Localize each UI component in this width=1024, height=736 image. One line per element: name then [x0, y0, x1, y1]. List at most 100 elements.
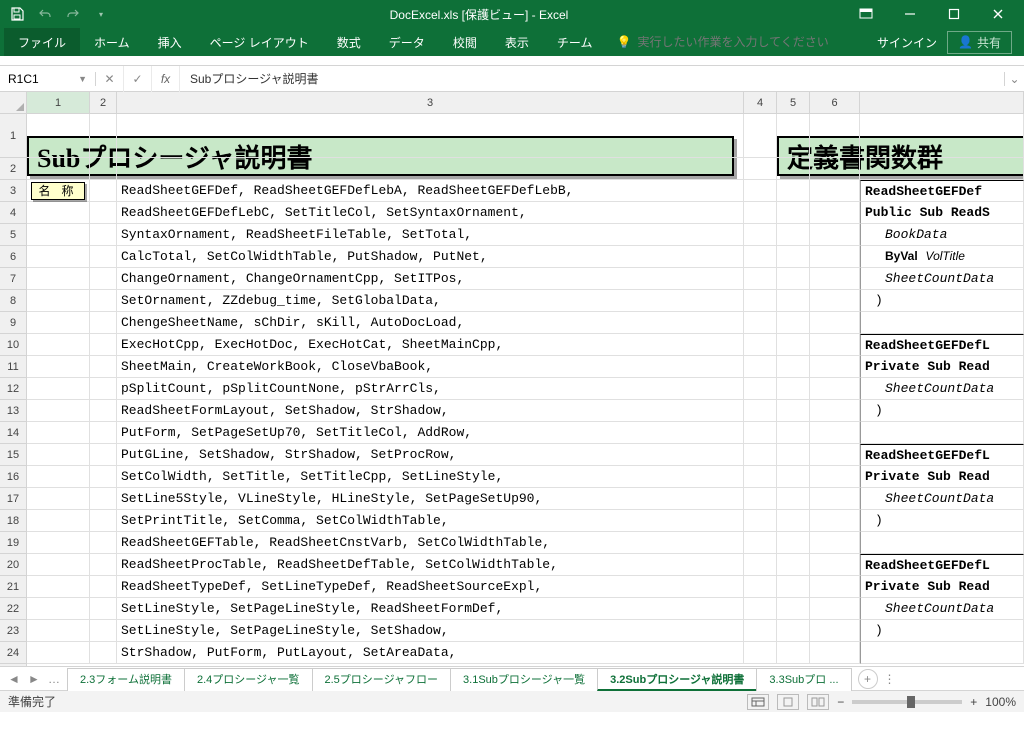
row-header[interactable]: 16 — [0, 466, 26, 488]
cell[interactable] — [810, 642, 860, 664]
cell[interactable] — [744, 356, 777, 378]
cell[interactable] — [90, 356, 117, 378]
cell[interactable] — [777, 312, 810, 334]
tab-team[interactable]: チーム — [543, 28, 607, 56]
fx-icon[interactable]: fx — [152, 66, 180, 92]
cell[interactable]: BookData — [860, 224, 1024, 246]
col-header[interactable]: 4 — [744, 92, 777, 113]
cell[interactable] — [810, 114, 860, 158]
cell[interactable] — [90, 290, 117, 312]
tab-pagelayout[interactable]: ページ レイアウト — [196, 28, 323, 56]
cell[interactable]: SheetCountData — [860, 268, 1024, 290]
undo-icon[interactable] — [32, 3, 58, 25]
row-header[interactable]: 24 — [0, 642, 26, 664]
signin-link[interactable]: サインイン — [877, 34, 937, 51]
sheet-tab[interactable]: 2.5プロシージャフロー — [312, 668, 452, 691]
tab-menu-icon[interactable]: ⋮ — [884, 672, 896, 686]
cell[interactable] — [744, 202, 777, 224]
cell[interactable]: ReadSheetTypeDef, SetLineTypeDef, ReadSh… — [117, 576, 744, 598]
row-header[interactable]: 22 — [0, 598, 26, 620]
cell[interactable]: SheetCountData — [860, 488, 1024, 510]
cell[interactable]: StrShadow, PutForm, PutLayout, SetAreaDa… — [117, 642, 744, 664]
cell[interactable] — [777, 334, 810, 356]
cell[interactable] — [90, 620, 117, 642]
cell[interactable] — [27, 510, 90, 532]
tab-view[interactable]: 表示 — [491, 28, 543, 56]
cell[interactable] — [810, 554, 860, 576]
cell[interactable] — [27, 466, 90, 488]
view-pagebreak-icon[interactable] — [807, 694, 829, 710]
cell[interactable] — [27, 488, 90, 510]
cell[interactable] — [90, 532, 117, 554]
tab-formulas[interactable]: 数式 — [323, 28, 375, 56]
name-box[interactable]: R1C1 ▼ — [0, 72, 96, 86]
cancel-formula-icon[interactable]: ✕ — [96, 66, 124, 92]
cell[interactable]: SetLineStyle, SetPageLineStyle, SetShado… — [117, 620, 744, 642]
cell[interactable] — [860, 312, 1024, 334]
cell[interactable] — [744, 268, 777, 290]
cell[interactable] — [777, 290, 810, 312]
tab-scroll-right-icon[interactable]: ► — [26, 672, 42, 686]
tab-scroll-left-icon[interactable]: ◄ — [6, 672, 22, 686]
tab-review[interactable]: 校閲 — [439, 28, 491, 56]
cell[interactable]: SheetMain, CreateWorkBook, CloseVbaBook, — [117, 356, 744, 378]
cell[interactable] — [90, 158, 117, 180]
cell[interactable] — [744, 532, 777, 554]
cell[interactable] — [777, 642, 810, 664]
cell[interactable] — [744, 224, 777, 246]
cell[interactable] — [777, 510, 810, 532]
cell[interactable] — [744, 158, 777, 180]
cell[interactable] — [810, 378, 860, 400]
tell-me[interactable]: 💡 — [606, 35, 847, 49]
col-header[interactable]: 2 — [90, 92, 117, 113]
cell[interactable] — [810, 576, 860, 598]
cell[interactable] — [777, 400, 810, 422]
cell[interactable]: ByVal VolTitle — [860, 246, 1024, 268]
row-header[interactable]: 7 — [0, 268, 26, 290]
cell[interactable] — [777, 356, 810, 378]
cell[interactable] — [777, 554, 810, 576]
minimize-button[interactable] — [888, 0, 932, 28]
cell[interactable]: ReadSheetGEFTable, ReadSheetCnstVarb, Se… — [117, 532, 744, 554]
cell[interactable] — [777, 378, 810, 400]
cell[interactable]: ChengeSheetName, sChDir, sKill, AutoDocL… — [117, 312, 744, 334]
row-header[interactable]: 18 — [0, 510, 26, 532]
tab-file[interactable]: ファイル — [4, 28, 80, 56]
cell[interactable] — [90, 246, 117, 268]
add-sheet-button[interactable]: + — [858, 669, 878, 689]
cell[interactable]: ) — [860, 400, 1024, 422]
cell[interactable] — [810, 488, 860, 510]
sheet-tab[interactable]: 3.3Subプロ ... — [756, 668, 851, 691]
cell[interactable] — [27, 114, 90, 158]
cell[interactable]: 名 称 — [27, 180, 90, 202]
cell[interactable] — [27, 532, 90, 554]
zoom-in-button[interactable]: + — [970, 695, 977, 709]
cell[interactable] — [90, 422, 117, 444]
cell[interactable] — [810, 620, 860, 642]
row-header[interactable]: 4 — [0, 202, 26, 224]
cell[interactable] — [27, 576, 90, 598]
cell[interactable] — [860, 532, 1024, 554]
cell[interactable] — [744, 466, 777, 488]
cell[interactable]: ) — [860, 290, 1024, 312]
col-header[interactable]: 6 — [810, 92, 860, 113]
cell[interactable] — [777, 576, 810, 598]
cell[interactable] — [90, 312, 117, 334]
row-header[interactable]: 20 — [0, 554, 26, 576]
cell[interactable] — [90, 268, 117, 290]
cell[interactable]: ReadSheetGEFDef, ReadSheetGEFDefLebA, Re… — [117, 180, 744, 202]
cell[interactable]: ExecHotCpp, ExecHotDoc, ExecHotCat, Shee… — [117, 334, 744, 356]
cell[interactable] — [744, 246, 777, 268]
row-header[interactable]: 11 — [0, 356, 26, 378]
cell[interactable] — [27, 378, 90, 400]
cell[interactable] — [90, 642, 117, 664]
row-header[interactable]: 6 — [0, 246, 26, 268]
cell[interactable] — [27, 334, 90, 356]
cell[interactable] — [777, 180, 810, 202]
col-header[interactable]: 3 — [117, 92, 744, 113]
sheet-tab[interactable]: 2.4プロシージャ一覧 — [184, 668, 313, 691]
cell[interactable] — [744, 180, 777, 202]
cell[interactable] — [810, 180, 860, 202]
cell[interactable] — [860, 158, 1024, 180]
cell[interactable] — [810, 290, 860, 312]
